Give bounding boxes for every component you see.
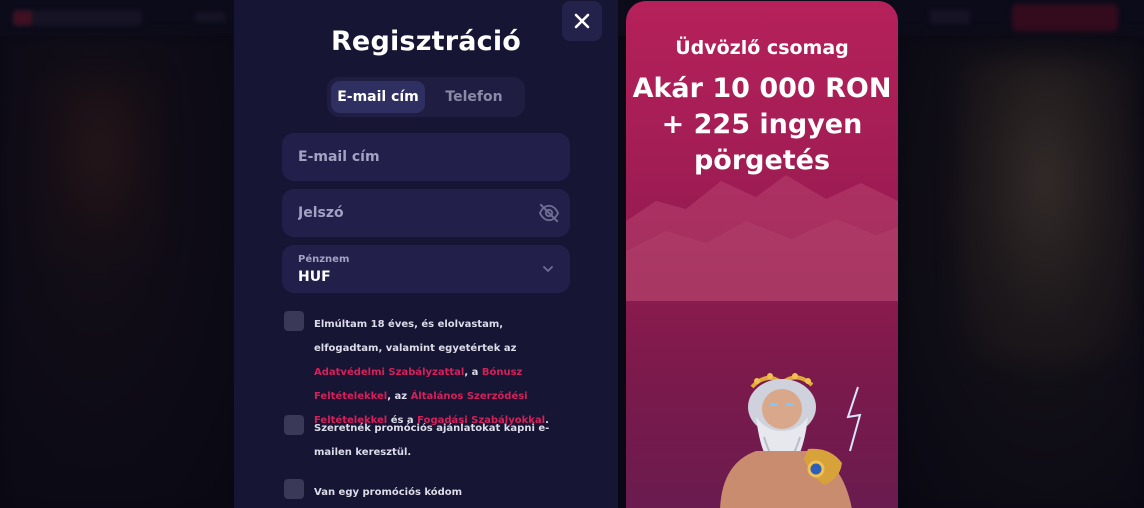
email-field[interactable]: [282, 133, 570, 181]
close-button[interactable]: [562, 1, 602, 41]
privacy-policy-link[interactable]: Adatvédelmi Szabályzattal: [314, 367, 464, 378]
age-terms-consent: Elmúltam 18 éves, és elolvastam, elfogad…: [284, 311, 574, 426]
consent-text: , a: [464, 367, 482, 378]
promo-headline: Akár 10 000 RON + 225 ingyen pörgetés: [626, 71, 898, 179]
promo-emails-label: Szeretnék promóciós ajánlatokat kapni e-…: [314, 423, 550, 458]
promo-headline-line: Akár 10 000 RON: [632, 73, 892, 104]
tab-email[interactable]: E-mail cím: [331, 81, 425, 113]
promo-headline-line: pörgetés: [693, 145, 831, 176]
registration-modal: Regisztráció E-mail cím Telefon Pénznem …: [234, 0, 618, 508]
eye-off-icon[interactable]: [538, 203, 560, 223]
mountain-backdrop: [626, 175, 898, 301]
promo-code-label: Van egy promóciós kódom: [314, 487, 463, 498]
close-icon: [574, 13, 590, 29]
currency-label: Pénznem: [298, 254, 350, 265]
chevron-down-icon: [543, 266, 553, 272]
registration-method-tabs: E-mail cím Telefon: [327, 77, 525, 117]
consent-text: , az: [387, 391, 411, 402]
currency-select[interactable]: Pénznem HUF: [282, 245, 570, 293]
promo-subtitle: Üdvözlő csomag: [675, 37, 849, 59]
zeus-illustration: [720, 373, 862, 508]
welcome-bonus-panel: Üdvözlő csomag Akár 10 000 RON + 225 ing…: [626, 1, 898, 508]
currency-value: HUF: [298, 269, 331, 285]
password-field-wrapper: [282, 189, 570, 237]
promo-code-toggle: Van egy promóciós kódom: [284, 479, 574, 503]
modal-title: Regisztráció: [330, 26, 522, 57]
promo-code-checkbox[interactable]: [284, 479, 304, 499]
password-field[interactable]: [282, 189, 570, 237]
promo-emails-consent: Szeretnék promóciós ajánlatokat kapni e-…: [284, 415, 574, 463]
promo-emails-checkbox[interactable]: [284, 415, 304, 435]
age-terms-checkbox[interactable]: [284, 311, 304, 331]
consent-text: Elmúltam 18 éves, és elolvastam, elfogad…: [314, 319, 517, 354]
tab-phone[interactable]: Telefon: [427, 81, 521, 113]
email-field-wrapper: [282, 133, 570, 181]
promo-headline-line: + 225 ingyen: [661, 109, 863, 140]
